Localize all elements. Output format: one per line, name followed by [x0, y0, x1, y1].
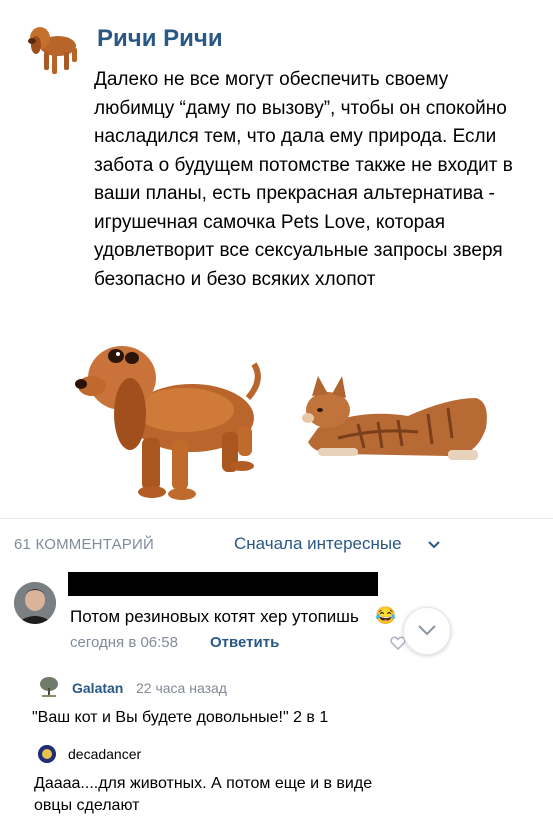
- scroll-down-icon: [418, 625, 436, 636]
- post-photo-dog[interactable]: [72, 328, 267, 506]
- comment-avatar[interactable]: [14, 582, 56, 624]
- laughing-emoji-icon: 😂: [375, 606, 397, 625]
- comment-avatar[interactable]: [38, 745, 56, 763]
- comment-text: Дaaaa....для животных. А потом еще и в в…: [34, 775, 373, 814]
- comment-text: Потом резиновых котят хер утопишь: [70, 607, 359, 626]
- reply-button[interactable]: Ответить: [210, 634, 279, 651]
- comment-time: 22 часа назад: [136, 680, 227, 696]
- comment-author[interactable]: Galatan: [72, 680, 123, 696]
- tree-avatar-icon[interactable]: [38, 676, 60, 698]
- comments-count: 61 КОММЕНТАРИЙ: [14, 536, 154, 553]
- post-author-name[interactable]: Ричи Ричи: [97, 25, 223, 53]
- divider: [0, 518, 553, 519]
- sort-dropdown[interactable]: Сначала интересные: [234, 534, 402, 554]
- comment-time: сегодня в 06:58: [70, 634, 178, 651]
- comment-text: "Ваш кот и Вы будете довольные!" 2 в 1: [32, 709, 329, 726]
- post-photo-cat[interactable]: [298, 368, 488, 468]
- post-author-avatar[interactable]: [20, 18, 82, 80]
- comment-author-redacted: [68, 572, 378, 596]
- chevron-down-icon[interactable]: [428, 537, 440, 549]
- post-text: Далеко не все могут обеспечить своему лю…: [94, 69, 513, 290]
- comment-author[interactable]: decadancer: [68, 746, 141, 762]
- scroll-down-button[interactable]: [403, 607, 451, 655]
